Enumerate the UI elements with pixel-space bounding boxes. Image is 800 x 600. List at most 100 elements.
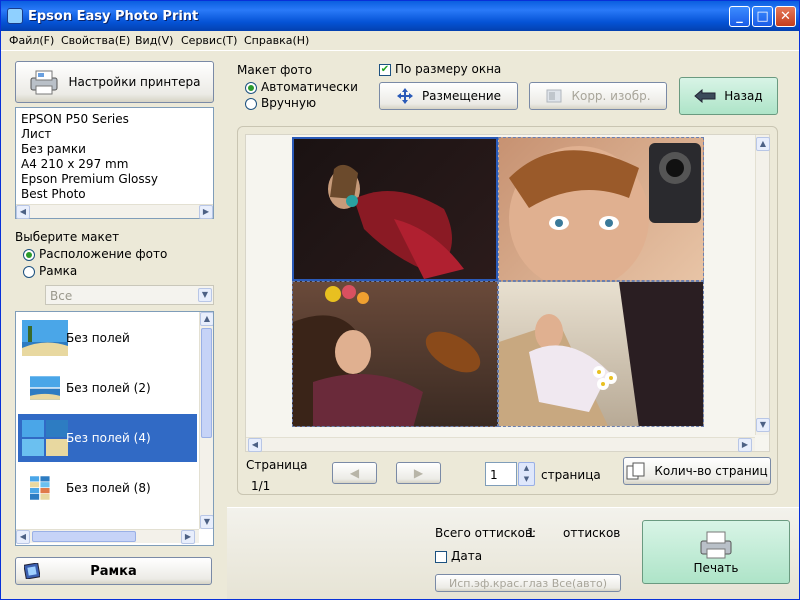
- paper-preview: [292, 137, 704, 427]
- radio-auto[interactable]: Автоматически: [245, 80, 358, 94]
- red-eye-button[interactable]: Исп.эф.крас.глаз Все(авто): [435, 574, 621, 592]
- fit-window-checkbox[interactable]: ✔ По размеру окна: [379, 62, 501, 76]
- radio-frame-label: Рамка: [39, 264, 78, 278]
- radio-icon[interactable]: [23, 248, 35, 261]
- radio-icon[interactable]: [245, 81, 257, 94]
- layout-item-label: Без полей (4): [66, 431, 151, 445]
- window-title: Epson Easy Photo Print: [28, 9, 199, 24]
- layout-item[interactable]: Без полей (8): [18, 464, 197, 512]
- preview-panel: ▲ ▼ ◀ ▶ Страница 1/1 ◀ ▶ 1 ▲ ▼ страница …: [237, 126, 778, 495]
- layout-list-hscroll[interactable]: ◀ ▶: [16, 529, 199, 544]
- chevron-down-icon[interactable]: ▼: [198, 288, 212, 302]
- scroll-up-icon[interactable]: ▲: [756, 137, 770, 151]
- page-count-button-label: Колич-во страниц: [654, 464, 768, 478]
- borderless-4-thumbnail: [22, 420, 68, 456]
- photo-girl-violin: [293, 285, 481, 426]
- radio-photo-layout[interactable]: Расположение фото: [23, 247, 167, 261]
- layout-item-label: Без полей: [66, 331, 130, 345]
- scroll-down-icon[interactable]: ▼: [756, 418, 770, 432]
- preview-hscroll[interactable]: ◀ ▶: [246, 437, 755, 452]
- menu-properties[interactable]: Свойства(E): [61, 34, 130, 47]
- title-bar[interactable]: Epson Easy Photo Print _ □ ✕: [1, 1, 799, 31]
- menu-view[interactable]: Вид(V): [135, 34, 173, 47]
- photo-slot-4[interactable]: [498, 281, 704, 427]
- scroll-up-icon[interactable]: ▲: [200, 312, 213, 326]
- scroll-down-icon[interactable]: ▼: [200, 515, 213, 529]
- scroll-right-icon[interactable]: ▶: [738, 438, 752, 452]
- page-label: Страница: [246, 458, 308, 472]
- menu-file[interactable]: Файл(F): [9, 34, 54, 47]
- menu-bar: Файл(F) Свойства(E) Вид(V) Сервис(T) Спр…: [1, 31, 799, 51]
- back-button-label: Назад: [724, 89, 763, 103]
- borderless-8-thumbnail: [30, 476, 50, 500]
- printer-info-hscroll[interactable]: ◀ ▶: [16, 204, 213, 219]
- page-count-input[interactable]: 1 ▲ ▼: [485, 462, 535, 486]
- radio-manual[interactable]: Вручную: [245, 96, 316, 110]
- frame-button[interactable]: Рамка: [15, 557, 212, 585]
- total-prints-value: 1: [527, 526, 535, 540]
- radio-icon[interactable]: [23, 265, 35, 278]
- print-quality: Best Photo: [21, 187, 86, 201]
- placement-button[interactable]: Размещение: [379, 82, 518, 110]
- photo-slot-3[interactable]: [292, 281, 498, 427]
- maximize-button[interactable]: □: [752, 6, 773, 27]
- frame-button-label: Рамка: [90, 563, 137, 579]
- scroll-left-icon[interactable]: ◀: [16, 205, 30, 219]
- borderless-2-thumbnail: [30, 376, 60, 400]
- app-window: Epson Easy Photo Print _ □ ✕ Файл(F) Сво…: [0, 0, 800, 600]
- prev-page-button[interactable]: ◀: [332, 462, 377, 484]
- scroll-left-icon[interactable]: ◀: [248, 438, 262, 452]
- preview-vscroll[interactable]: ▲ ▼: [755, 135, 770, 435]
- printer-settings-label: Настройки принтера: [68, 75, 201, 89]
- scroll-right-icon[interactable]: ▶: [181, 530, 195, 544]
- photo-slot-2[interactable]: [498, 137, 704, 281]
- scroll-right-icon[interactable]: ▶: [199, 205, 213, 219]
- page-indicator: 1/1: [251, 479, 271, 493]
- scroll-thumb[interactable]: [201, 328, 212, 438]
- radio-manual-label: Вручную: [261, 96, 317, 110]
- radio-icon[interactable]: [245, 97, 257, 110]
- arrow-right-icon: ▶: [413, 466, 424, 480]
- print-button-label: Печать: [693, 561, 739, 575]
- layout-item[interactable]: Без полей (2): [18, 364, 197, 412]
- layout-item-selected[interactable]: Без полей (4): [18, 414, 197, 462]
- layout-filter-dropdown[interactable]: Все ▼: [45, 285, 214, 305]
- date-checkbox[interactable]: Дата: [435, 549, 482, 563]
- layout-list-vscroll[interactable]: ▲ ▼: [199, 312, 213, 529]
- move-arrows-icon: [396, 88, 413, 104]
- minimize-button[interactable]: _: [729, 6, 750, 27]
- photo-layout-heading: Макет фото: [237, 63, 313, 77]
- scroll-thumb[interactable]: [32, 531, 136, 542]
- scroll-left-icon[interactable]: ◀: [16, 530, 30, 544]
- menu-tools[interactable]: Сервис(T): [181, 34, 237, 47]
- paper-size: A4 210 x 297 mm: [21, 157, 129, 171]
- back-button[interactable]: Назад: [679, 77, 778, 115]
- menu-help[interactable]: Справка(H): [244, 34, 309, 47]
- total-prints-unit: оттисков: [563, 526, 621, 540]
- printer-settings-button[interactable]: Настройки принтера: [15, 61, 214, 103]
- paper-type: Лист: [21, 127, 52, 141]
- close-button[interactable]: ✕: [775, 6, 796, 27]
- layout-item[interactable]: Без полей: [18, 314, 197, 362]
- spin-down-icon[interactable]: ▼: [519, 474, 534, 485]
- correct-image-button[interactable]: Корр. изобр.: [529, 82, 667, 110]
- photo-child-camera: [509, 143, 701, 280]
- radio-frame[interactable]: Рамка: [23, 264, 77, 278]
- print-button[interactable]: Печать: [642, 520, 790, 584]
- arrow-left-icon: ◀: [349, 466, 360, 480]
- checkmark-icon[interactable]: ✔: [379, 63, 391, 76]
- page-count-label: страница: [541, 468, 601, 482]
- page-count-spinner[interactable]: ▲ ▼: [518, 462, 535, 486]
- printer-icon: [700, 531, 732, 559]
- app-icon: [7, 8, 23, 24]
- image-correct-icon: [546, 89, 562, 103]
- page-count-button[interactable]: Колич-во страниц: [623, 457, 771, 485]
- radio-auto-label: Автоматически: [261, 80, 358, 94]
- back-arrow-icon: [694, 89, 716, 103]
- next-page-button[interactable]: ▶: [396, 462, 441, 484]
- photo-slot-1[interactable]: [292, 137, 498, 281]
- layout-item-label: Без полей (2): [66, 381, 151, 395]
- borderless-thumbnail: [22, 320, 68, 356]
- spin-up-icon[interactable]: ▲: [519, 463, 534, 474]
- checkbox-icon[interactable]: [435, 550, 447, 563]
